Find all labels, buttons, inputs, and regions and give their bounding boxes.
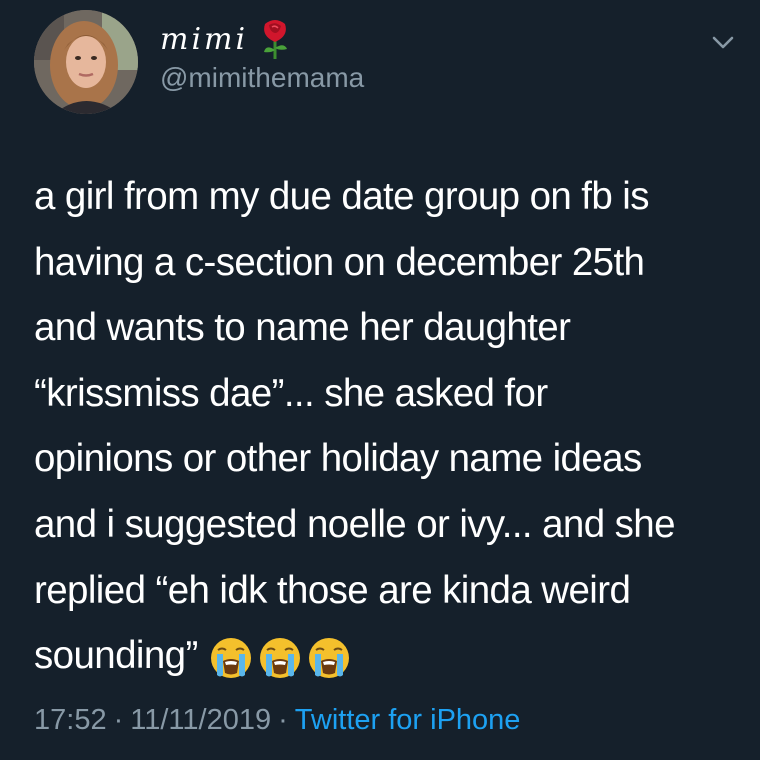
tweet-line-last: sounding” (34, 623, 744, 689)
tweet-line: replied “eh idk those are kinda weird (34, 568, 631, 612)
tweet-card: mimi @mimithemama a girl from my due dat… (0, 0, 760, 760)
tweet-line-text: sounding” (34, 634, 198, 678)
meta-separator: · (278, 704, 288, 736)
meta-separator: · (113, 704, 124, 736)
loudly-crying-face-icon (306, 635, 352, 681)
avatar[interactable] (34, 10, 138, 114)
profile-photo-icon (34, 10, 138, 114)
chevron-down-icon[interactable] (708, 32, 738, 54)
tweet-line: a girl from my due date group on fb is (34, 175, 650, 218)
emoji-row (208, 635, 352, 681)
loudly-crying-face-icon (208, 635, 254, 681)
tweet-time[interactable]: 17:52 (34, 704, 107, 736)
tweet-meta: 17:52 · 11/11/2019 · Twitter for iPhone (34, 704, 520, 737)
tweet-date[interactable]: 11/11/2019 (130, 704, 271, 736)
tweet-text: a girl from my due date group on fb is h… (34, 164, 744, 689)
display-name-row[interactable]: mimi (160, 14, 292, 64)
loudly-crying-face-icon (257, 635, 303, 681)
tweet-line: and wants to name her daughter (34, 306, 571, 350)
tweet-line: “krissmiss dae”... she asked for (34, 371, 548, 415)
tweet-line: and i suggested noelle or ivy... and she (34, 502, 676, 546)
tweet-line: having a c-section on december 25th (34, 240, 645, 284)
user-handle[interactable]: @mimithemama (160, 62, 364, 94)
tweet-line: opinions or other holiday name ideas (34, 437, 642, 481)
rose-icon (258, 18, 292, 60)
tweet-source-link[interactable]: Twitter for iPhone (295, 704, 521, 736)
display-name[interactable]: mimi (160, 22, 248, 57)
